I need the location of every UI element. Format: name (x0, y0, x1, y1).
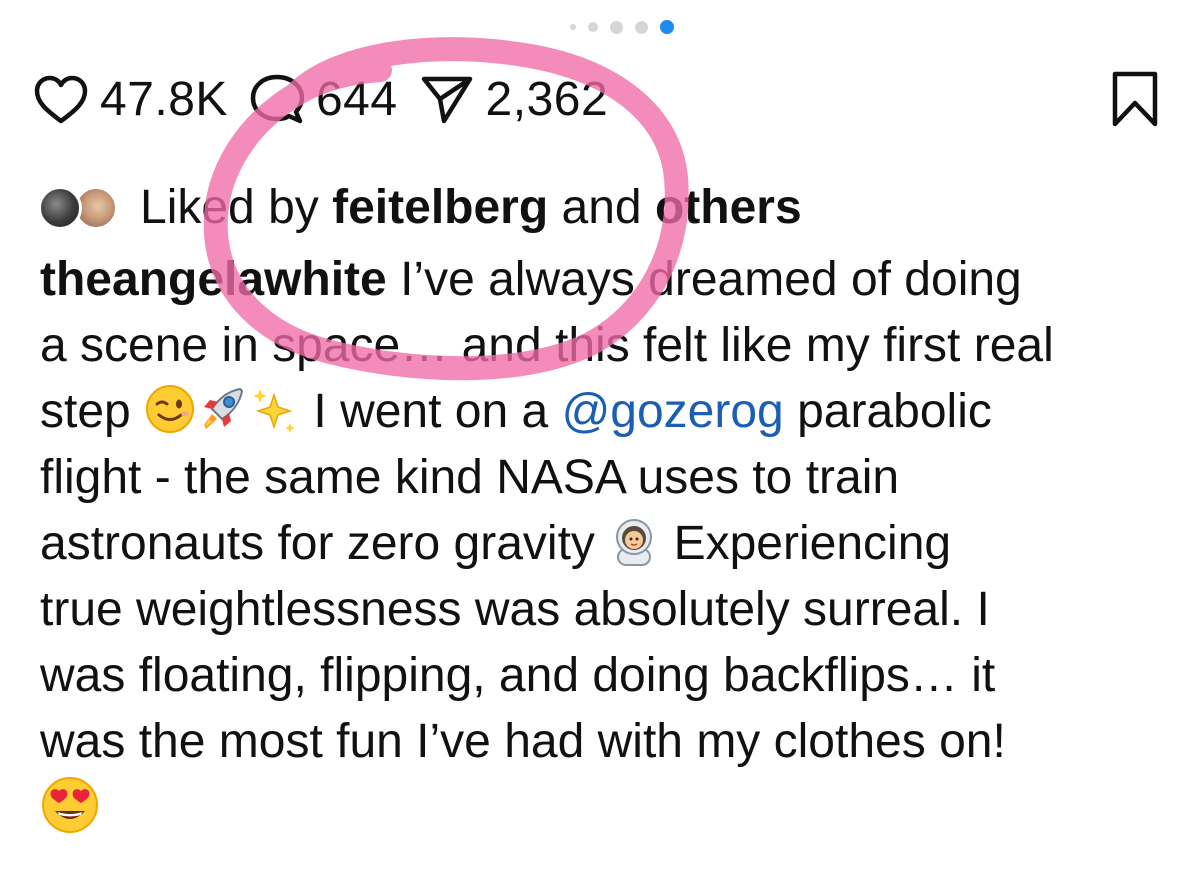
liker-username[interactable]: feitelberg (332, 184, 548, 232)
caption-line: theangelawhite I’ve always dreamed of do… (40, 247, 1170, 313)
like-button[interactable]: 47.8K (34, 75, 228, 125)
liked-by-row: Liked by feitelberg and others (38, 178, 802, 238)
carousel-dot[interactable] (610, 20, 623, 34)
sparkles-icon (248, 383, 300, 435)
caption-text: parabolic (783, 385, 992, 438)
caption-line: was floating, flipping, and doing backfl… (40, 649, 996, 702)
save-button[interactable] (1110, 70, 1160, 133)
caption-text: I’ve always dreamed of doing (386, 253, 1022, 306)
post-caption: theangelawhite I’ve always dreamed of do… (40, 247, 1170, 841)
action-bar: 47.8K 644 2,362 (34, 66, 1164, 134)
carousel-dots (0, 20, 1204, 34)
comment-button[interactable]: 644 (250, 74, 398, 126)
carousel-dot[interactable] (570, 24, 576, 30)
caption-line (40, 775, 1170, 841)
share-count: 2,362 (485, 73, 609, 126)
mention-link[interactable]: @gozerog (562, 385, 784, 438)
caption-line: was the most fun I’ve had with my clothe… (40, 715, 1006, 768)
liked-by-and: and (548, 181, 655, 234)
comment-bubble-icon (250, 74, 304, 126)
comment-count: 644 (315, 73, 398, 126)
heart-icon (34, 75, 88, 125)
caption-text: I went on a (300, 385, 562, 438)
caption-line: a scene in space… and this felt like my … (40, 319, 1054, 372)
winking-face-icon (144, 383, 196, 435)
caption-text: step (40, 385, 145, 438)
bookmark-icon (1110, 71, 1160, 132)
avatar[interactable] (38, 186, 82, 230)
caption-line: flight - the same kind NASA uses to trai… (40, 451, 900, 504)
liked-by-prefix: Liked by (140, 181, 333, 234)
caption-text: astronauts for zero gravity (40, 517, 609, 570)
like-count: 47.8K (100, 73, 228, 126)
caption-text: Experiencing (660, 517, 952, 570)
caption-line: astronauts for zero gravity Experiencing (40, 511, 1170, 577)
carousel-dot[interactable] (635, 20, 648, 34)
caption-username[interactable]: theangelawhite (40, 253, 387, 306)
post-panel: 47.8K 644 2,362 Liked by feitelberg and … (0, 0, 1204, 888)
carousel-dot[interactable] (588, 22, 598, 32)
carousel-dot-active[interactable] (660, 20, 674, 34)
rocket-icon (196, 383, 248, 435)
paper-plane-icon (420, 75, 474, 125)
caption-line: step I went on a @gozerog parabolic (40, 379, 1170, 445)
share-button[interactable]: 2,362 (420, 75, 609, 125)
liked-by-others[interactable]: others (655, 184, 802, 232)
astronaut-icon (608, 515, 660, 567)
caption-line: true weightlessness was absolutely surre… (40, 583, 990, 636)
heart-eyes-face-icon (40, 775, 100, 835)
liker-avatars[interactable] (38, 182, 130, 234)
